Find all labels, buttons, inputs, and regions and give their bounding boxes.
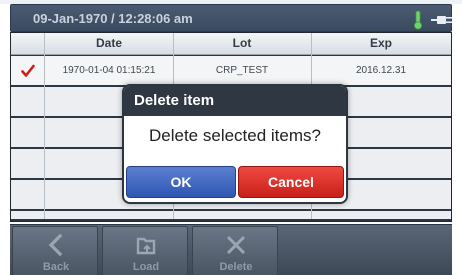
checkmark-icon bbox=[21, 64, 35, 77]
chevron-left-icon bbox=[48, 233, 63, 257]
power-plug-icon bbox=[431, 16, 452, 24]
delete-button-label: Delete bbox=[219, 261, 253, 273]
table-row[interactable]: 1970-01-04 01:15:21 CRP_TEST 2016.12.31 bbox=[11, 56, 451, 85]
column-header-exp[interactable]: Exp bbox=[311, 36, 451, 50]
back-button-label: Back bbox=[42, 261, 70, 273]
status-datetime: 09-Jan-1970 / 12:28:06 am bbox=[33, 11, 193, 26]
dialog-message: Delete selected items? bbox=[149, 126, 321, 145]
delete-button[interactable]: Delete bbox=[192, 226, 278, 275]
cancel-button[interactable]: Cancel bbox=[238, 166, 344, 198]
cell-date: 1970-01-04 01:15:21 bbox=[62, 65, 156, 76]
back-button[interactable]: Back bbox=[12, 226, 98, 275]
status-bar: 09-Jan-1970 / 12:28:06 am bbox=[10, 4, 452, 32]
thermometer-icon bbox=[414, 10, 422, 30]
load-button-label: Load bbox=[132, 261, 160, 273]
dialog-title: Delete item bbox=[124, 86, 346, 116]
column-header-lot[interactable]: Lot bbox=[173, 36, 311, 50]
delete-x-icon bbox=[226, 235, 246, 255]
ok-button[interactable]: OK bbox=[126, 166, 236, 198]
table-header: Date Lot Exp bbox=[11, 33, 451, 55]
bottom-toolbar: Back Load Delete bbox=[10, 224, 452, 275]
load-icon bbox=[136, 237, 156, 255]
column-header-date[interactable]: Date bbox=[45, 36, 173, 50]
table-row[interactable] bbox=[11, 211, 451, 219]
cell-exp: 2016.12.31 bbox=[355, 65, 407, 76]
column-divider bbox=[44, 33, 45, 219]
delete-item-dialog: Delete item Delete selected items? OK Ca… bbox=[122, 84, 348, 204]
load-button[interactable]: Load bbox=[102, 226, 188, 275]
cell-lot: CRP_TEST bbox=[215, 65, 269, 76]
